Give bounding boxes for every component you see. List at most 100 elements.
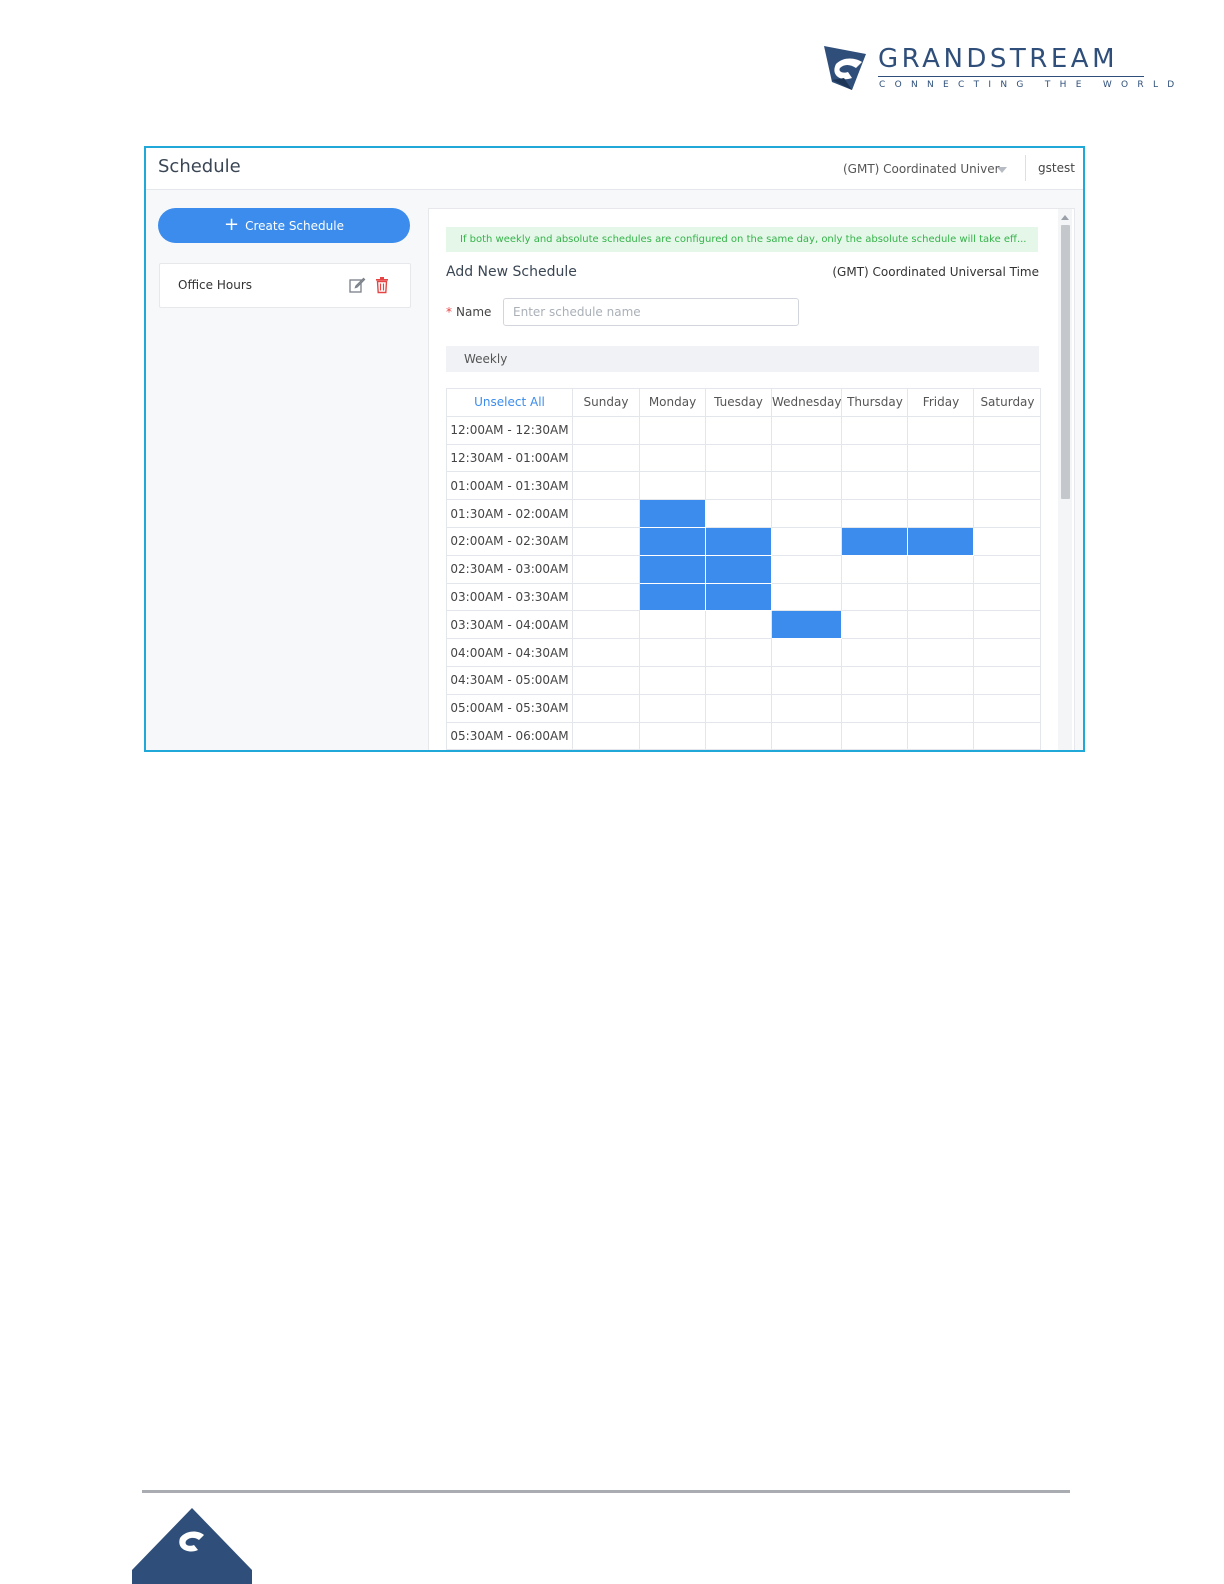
schedule-cell[interactable] — [572, 665, 640, 695]
trash-icon[interactable] — [373, 276, 391, 294]
schedule-cell[interactable] — [841, 665, 909, 695]
schedule-cell[interactable] — [841, 610, 909, 640]
time-slot-label[interactable]: 02:30AM - 03:00AM — [446, 554, 573, 584]
schedule-cell[interactable] — [973, 526, 1042, 556]
scroll-up-icon[interactable] — [1061, 215, 1069, 220]
day-header-monday[interactable]: Monday — [639, 388, 706, 417]
schedule-cell[interactable] — [770, 526, 843, 556]
schedule-cell[interactable] — [639, 638, 706, 667]
time-slot-label[interactable]: 05:00AM - 05:30AM — [446, 693, 573, 723]
schedule-cell[interactable] — [705, 665, 772, 695]
day-header-sunday[interactable]: Sunday — [572, 388, 640, 417]
schedule-cell[interactable] — [572, 526, 640, 556]
schedule-cell[interactable] — [572, 721, 640, 750]
day-header-thursday[interactable]: Thursday — [841, 388, 909, 417]
schedule-cell[interactable] — [841, 693, 909, 723]
schedule-cell[interactable] — [639, 693, 706, 723]
create-schedule-button[interactable]: + Create Schedule — [158, 208, 410, 243]
schedule-cell-selected[interactable] — [907, 526, 975, 556]
schedule-cell[interactable] — [705, 638, 772, 667]
schedule-cell[interactable] — [770, 443, 843, 473]
time-slot-label[interactable]: 01:30AM - 02:00AM — [446, 499, 573, 528]
schedule-cell[interactable] — [770, 638, 843, 667]
schedule-cell[interactable] — [907, 638, 975, 667]
schedule-cell[interactable] — [770, 415, 843, 445]
schedule-cell[interactable] — [572, 443, 640, 473]
schedule-cell-selected[interactable] — [705, 554, 772, 584]
schedule-cell[interactable] — [973, 638, 1042, 667]
schedule-cell[interactable] — [705, 610, 772, 640]
schedule-cell[interactable] — [572, 610, 640, 640]
schedule-cell-selected[interactable] — [770, 610, 843, 640]
schedule-cell[interactable] — [973, 415, 1042, 445]
time-slot-label[interactable]: 05:30AM - 06:00AM — [446, 721, 573, 750]
schedule-cell[interactable] — [841, 471, 909, 501]
schedule-cell[interactable] — [770, 665, 843, 695]
schedule-cell[interactable] — [572, 638, 640, 667]
day-header-wednesday[interactable]: Wednesday — [770, 388, 843, 417]
schedule-name-input[interactable] — [503, 298, 799, 326]
schedule-cell-selected[interactable] — [705, 526, 772, 556]
schedule-cell[interactable] — [973, 554, 1042, 584]
schedule-cell[interactable] — [841, 638, 909, 667]
weekly-section-header[interactable]: Weekly — [446, 346, 1039, 372]
time-slot-label[interactable]: 04:30AM - 05:00AM — [446, 665, 573, 695]
schedule-cell-selected[interactable] — [705, 582, 772, 612]
schedule-cell[interactable] — [841, 499, 909, 528]
chevron-down-icon[interactable] — [997, 167, 1007, 173]
time-slot-label[interactable]: 03:30AM - 04:00AM — [446, 610, 573, 640]
panel-scrollbar[interactable] — [1058, 209, 1072, 750]
schedule-cell[interactable] — [907, 499, 975, 528]
schedule-cell[interactable] — [907, 443, 975, 473]
time-slot-label[interactable]: 12:00AM - 12:30AM — [446, 415, 573, 445]
schedule-cell[interactable] — [770, 499, 843, 528]
schedule-cell-selected[interactable] — [841, 526, 909, 556]
schedule-cell[interactable] — [907, 665, 975, 695]
schedule-cell[interactable] — [572, 415, 640, 445]
schedule-cell[interactable] — [973, 471, 1042, 501]
day-header-saturday[interactable]: Saturday — [973, 388, 1042, 417]
timezone-select[interactable]: (GMT) Coordinated Univer — [843, 162, 1003, 176]
schedule-list-item[interactable]: Office Hours — [159, 263, 411, 308]
scroll-thumb[interactable] — [1061, 225, 1070, 499]
schedule-cell[interactable] — [973, 610, 1042, 640]
schedule-cell[interactable] — [705, 693, 772, 723]
schedule-cell[interactable] — [770, 554, 843, 584]
schedule-cell[interactable] — [841, 415, 909, 445]
day-header-tuesday[interactable]: Tuesday — [705, 388, 772, 417]
schedule-cell[interactable] — [841, 554, 909, 584]
schedule-cell[interactable] — [705, 443, 772, 473]
schedule-cell[interactable] — [572, 554, 640, 584]
schedule-cell[interactable] — [973, 693, 1042, 723]
schedule-cell[interactable] — [907, 693, 975, 723]
schedule-cell[interactable] — [639, 415, 706, 445]
schedule-cell-selected[interactable] — [639, 499, 706, 528]
unselect-all-button[interactable]: Unselect All — [446, 388, 573, 417]
schedule-cell[interactable] — [770, 471, 843, 501]
schedule-cell[interactable] — [907, 471, 975, 501]
time-slot-label[interactable]: 03:00AM - 03:30AM — [446, 582, 573, 612]
day-header-friday[interactable]: Friday — [907, 388, 975, 417]
schedule-cell[interactable] — [639, 665, 706, 695]
schedule-cell[interactable] — [973, 582, 1042, 612]
schedule-cell[interactable] — [841, 443, 909, 473]
user-menu[interactable]: gstest — [1038, 161, 1075, 175]
schedule-cell[interactable] — [973, 499, 1042, 528]
schedule-cell[interactable] — [907, 610, 975, 640]
schedule-cell[interactable] — [639, 443, 706, 473]
schedule-cell[interactable] — [973, 721, 1042, 750]
schedule-cell[interactable] — [770, 693, 843, 723]
time-slot-label[interactable]: 04:00AM - 04:30AM — [446, 638, 573, 667]
schedule-cell[interactable] — [770, 721, 843, 750]
schedule-cell[interactable] — [841, 721, 909, 750]
schedule-cell[interactable] — [973, 665, 1042, 695]
schedule-cell[interactable] — [907, 554, 975, 584]
schedule-cell[interactable] — [639, 610, 706, 640]
schedule-cell[interactable] — [907, 582, 975, 612]
schedule-cell[interactable] — [973, 443, 1042, 473]
schedule-cell[interactable] — [705, 471, 772, 501]
schedule-cell-selected[interactable] — [639, 582, 706, 612]
schedule-cell[interactable] — [770, 582, 843, 612]
schedule-cell-selected[interactable] — [639, 554, 706, 584]
time-slot-label[interactable]: 01:00AM - 01:30AM — [446, 471, 573, 501]
